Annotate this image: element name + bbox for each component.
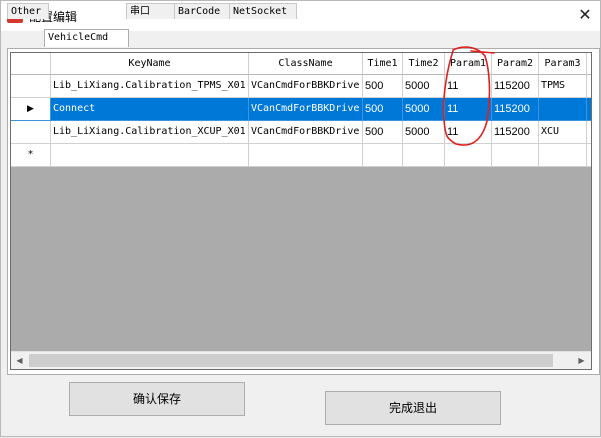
cell-param3[interactable] [539,98,587,121]
cell-keyname[interactable]: Lib_LiXiang.Calibration_TPMS_X01 [51,75,249,98]
tab-serial-port[interactable]: 串口 [126,3,176,19]
title-bar: K 配置编辑 ✕ [1,1,600,31]
scroll-thumb[interactable] [29,354,553,367]
cell-classname[interactable] [249,144,363,167]
cell-classname[interactable]: VCanCmdForBBKDrive [249,75,363,98]
cell-param2[interactable]: 115200 [492,75,539,98]
tab-netsocket[interactable]: NetSocket [229,3,297,19]
cell-param1[interactable]: 11 [445,121,492,144]
table-row[interactable]: Lib_LiXiang.Calibration_TPMS_X01 VCanCmd… [11,75,591,98]
cell-p[interactable] [587,98,591,121]
tab-vehiclecmd[interactable]: VehicleCmd [44,29,129,47]
cell-p[interactable] [587,75,591,98]
cell-time1[interactable] [363,144,403,167]
cell-time2[interactable]: 5000 [403,98,445,121]
scroll-right-icon[interactable]: ▶ [573,352,590,369]
row-header-corner[interactable] [11,53,51,75]
cell-keyname[interactable]: Connect [51,98,249,121]
row-header[interactable] [11,75,51,98]
cell-param3[interactable]: XCU [539,121,587,144]
cell-time1[interactable]: 500 [363,75,403,98]
scroll-left-icon[interactable]: ◀ [11,352,28,369]
horizontal-scrollbar[interactable]: ◀ ▶ [11,351,591,369]
config-edit-window: K 配置编辑 ✕ Other VehicleCmd 串口 BarCode Net… [0,0,601,437]
cell-param2[interactable]: 115200 [492,98,539,121]
column-header-param3[interactable]: Param3 [539,53,587,75]
column-header-classname[interactable]: ClassName [249,53,363,75]
column-header-p[interactable]: P [587,53,591,75]
table-row-selected[interactable]: ▶ Connect VCanCmdForBBKDrive 500 5000 11… [11,98,591,121]
cell-p[interactable] [587,121,591,144]
column-header-time2[interactable]: Time2 [403,53,445,75]
cell-param2[interactable] [492,144,539,167]
table-row[interactable]: Lib_LiXiang.Calibration_XCUP_X01 VCanCmd… [11,121,591,144]
current-row-arrow-icon[interactable]: ▶ [11,98,51,121]
cell-param3[interactable] [539,144,587,167]
column-header-time1[interactable]: Time1 [363,53,403,75]
cell-time2[interactable]: 5000 [403,121,445,144]
new-row-star-icon[interactable]: * [11,144,51,167]
column-header-param1[interactable]: Param1 [445,53,492,75]
cell-param2[interactable]: 115200 [492,121,539,144]
cell-time1[interactable]: 500 [363,121,403,144]
data-grid[interactable]: KeyName ClassName Time1 Time2 Param1 Par… [10,52,592,370]
column-header-keyname[interactable]: KeyName [51,53,249,75]
cell-time1[interactable]: 500 [363,98,403,121]
cell-p[interactable] [587,144,591,167]
cell-time2[interactable]: 5000 [403,75,445,98]
finish-exit-button[interactable]: 完成退出 [325,391,501,425]
close-button[interactable]: ✕ [570,1,600,31]
cell-classname[interactable]: VCanCmdForBBKDrive [249,121,363,144]
new-row[interactable]: * [11,144,591,167]
cell-param3[interactable]: TPMS [539,75,587,98]
cell-param1[interactable]: 11 [445,75,492,98]
cell-param1[interactable] [445,144,492,167]
cell-keyname[interactable] [51,144,249,167]
cell-time2[interactable] [403,144,445,167]
cell-classname[interactable]: VCanCmdForBBKDrive [249,98,363,121]
tab-barcode[interactable]: BarCode [174,3,232,19]
column-header-param2[interactable]: Param2 [492,53,539,75]
tab-other[interactable]: Other [7,3,49,19]
cell-param1[interactable]: 11 [445,98,492,121]
row-header[interactable] [11,121,51,144]
confirm-save-button[interactable]: 确认保存 [69,382,245,416]
cell-keyname[interactable]: Lib_LiXiang.Calibration_XCUP_X01 [51,121,249,144]
